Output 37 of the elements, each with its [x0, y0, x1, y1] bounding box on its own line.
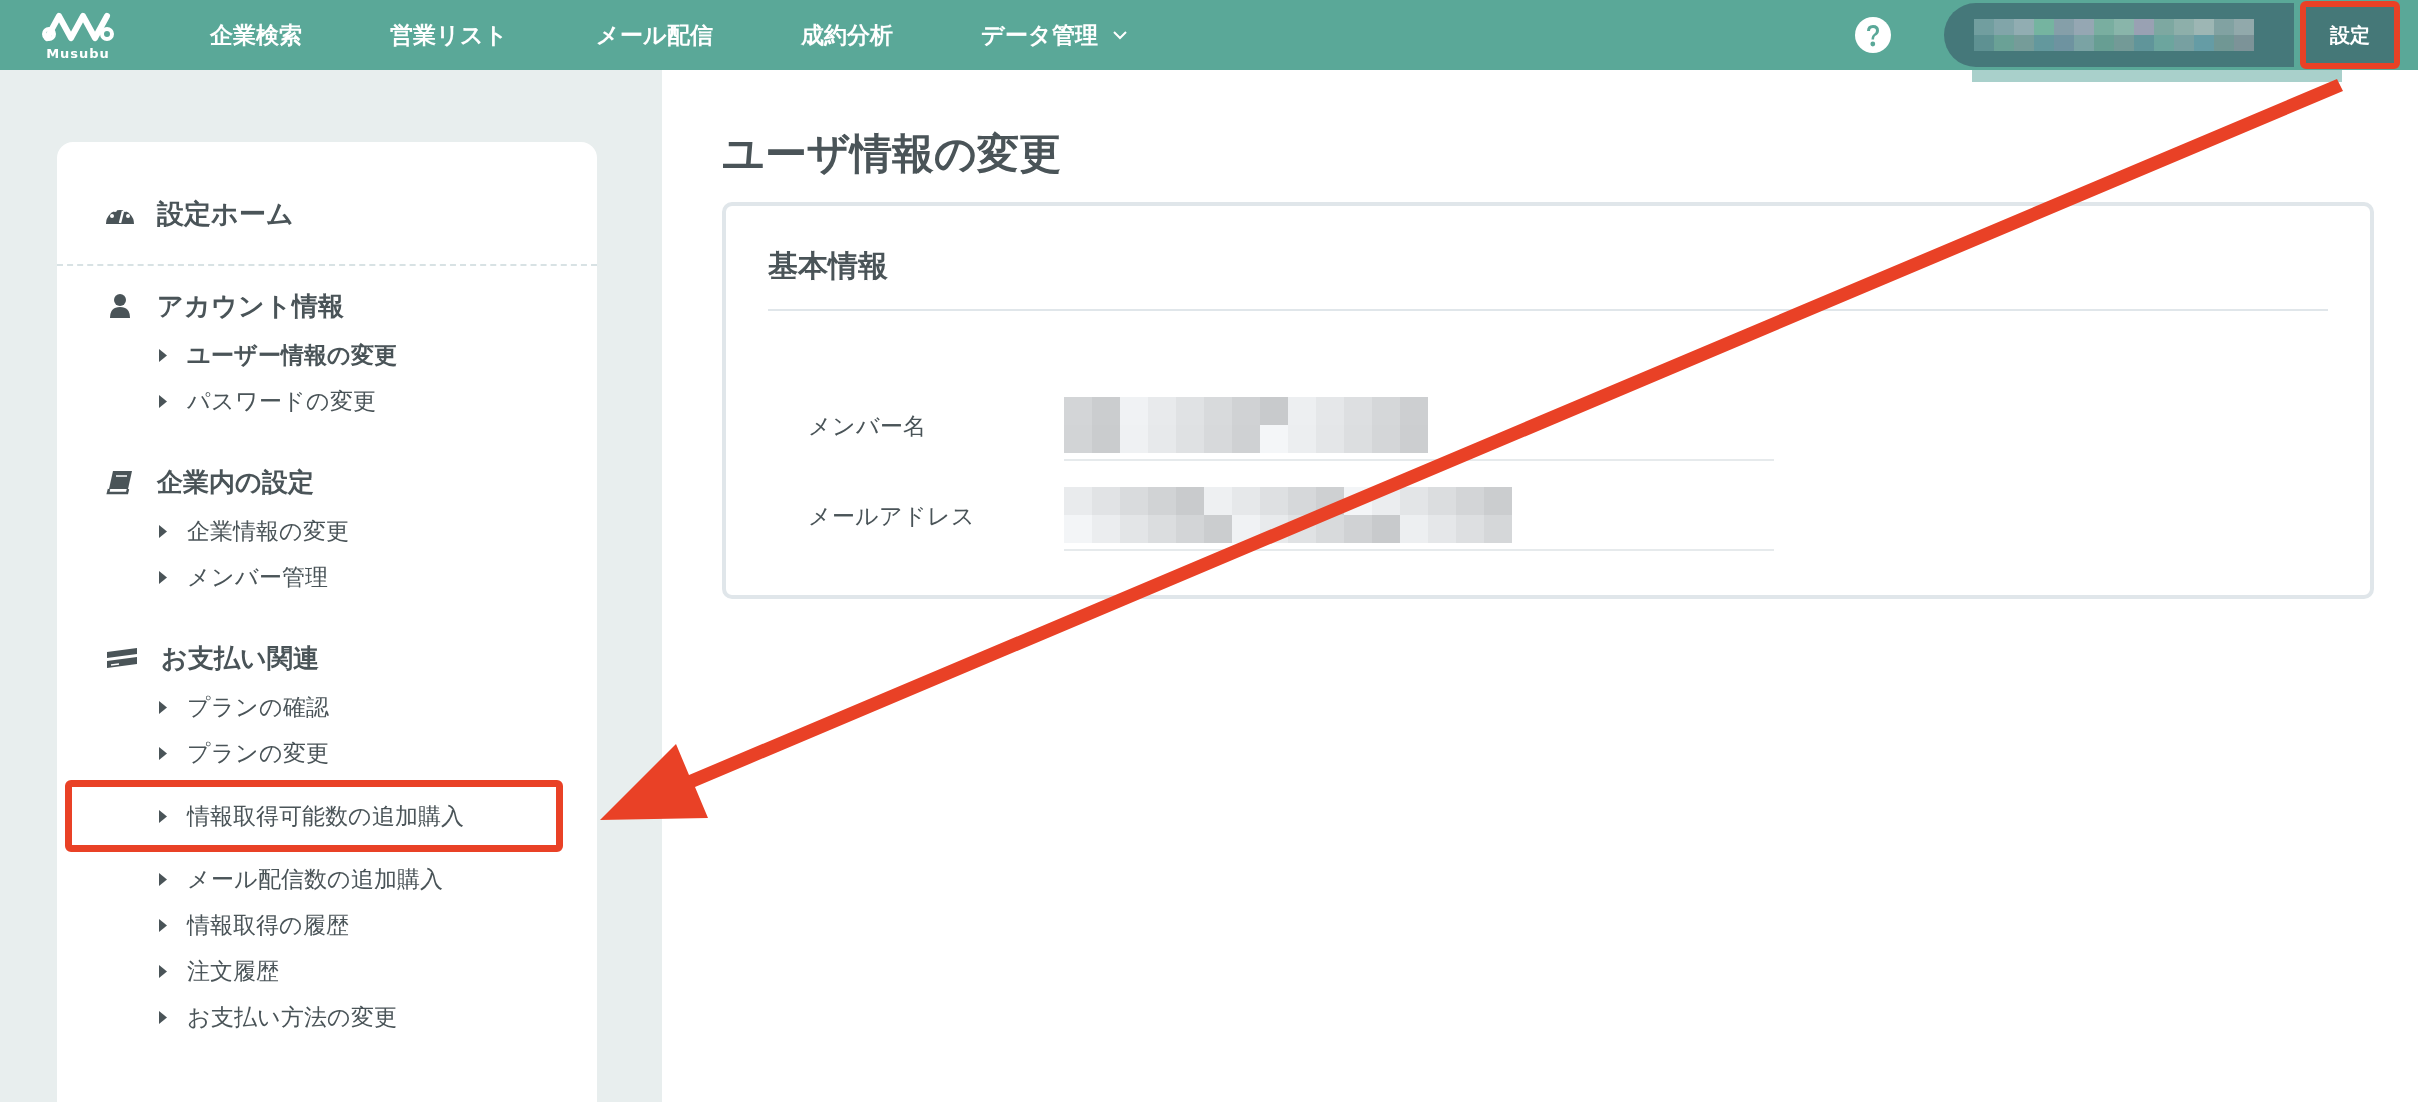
caret-right-icon: [159, 394, 167, 408]
sidebar-link[interactable]: お支払い方法の変更: [187, 1001, 397, 1033]
sidebar-link[interactable]: プランの確認: [187, 691, 329, 723]
sidebar-link[interactable]: パスワードの変更: [187, 385, 376, 417]
page-title: ユーザ情報の変更: [722, 128, 1062, 180]
sidebar-link[interactable]: 情報取得可能数の追加購入: [187, 800, 464, 832]
caret-right-icon: [159, 524, 167, 538]
field-label: メンバー名: [808, 411, 927, 441]
sidebar-link[interactable]: 企業情報の変更: [187, 515, 349, 547]
caret-right-icon: [159, 1010, 167, 1024]
sidebar-link[interactable]: メンバー管理: [187, 561, 328, 593]
caret-right-icon: [159, 570, 167, 584]
caret-right-icon: [159, 918, 167, 932]
sidebar-link[interactable]: ユーザー情報の変更: [187, 339, 397, 371]
caret-right-icon: [159, 809, 167, 823]
blurred-user-name[interactable]: [1944, 3, 2294, 67]
sidebar-link[interactable]: プランの変更: [187, 737, 329, 769]
field-label: メールアドレス: [808, 501, 976, 531]
section-title: 企業内の設定: [157, 465, 314, 499]
card-title: 基本情報: [768, 247, 889, 285]
caret-right-icon: [159, 746, 167, 760]
logo-text: Musubu: [46, 45, 110, 61]
chevron-down-icon: [1112, 30, 1128, 40]
settings-home-link[interactable]: 設定ホーム: [157, 196, 294, 232]
section-title: お支払い関連: [161, 641, 319, 675]
sidebar-link[interactable]: 情報取得の履歴: [187, 909, 349, 941]
caret-right-icon: [159, 348, 167, 362]
book-icon: [105, 469, 135, 495]
sidebar-link[interactable]: 注文履歴: [187, 955, 279, 987]
section-title: アカウント情報: [157, 289, 344, 323]
credit-card-icon: [105, 646, 139, 670]
settings-button[interactable]: 設定: [2306, 7, 2394, 63]
caret-right-icon: [159, 964, 167, 978]
caret-right-icon: [159, 872, 167, 886]
help-icon[interactable]: [1854, 16, 1892, 54]
caret-right-icon: [159, 700, 167, 714]
sidebar-link[interactable]: メール配信数の追加購入: [187, 863, 443, 895]
